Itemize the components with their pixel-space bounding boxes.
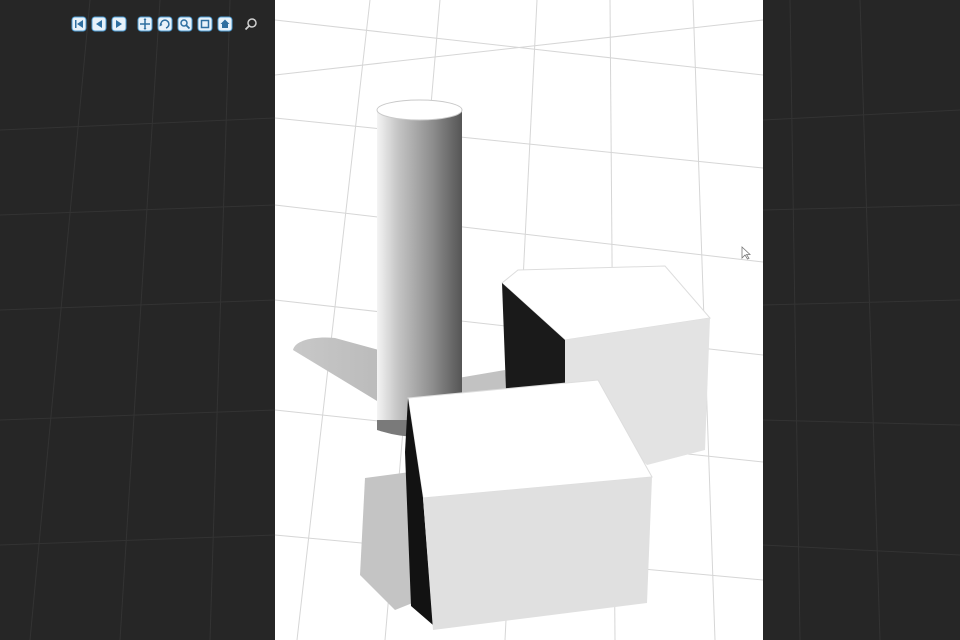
rotate-icon	[157, 16, 173, 32]
scene-canvas[interactable]	[275, 0, 763, 640]
cylinder[interactable]	[376, 99, 463, 437]
mouse-cursor-icon	[741, 246, 751, 260]
next-frame-tool[interactable]	[110, 15, 128, 33]
first-frame-tool[interactable]	[70, 15, 88, 33]
pan-icon	[137, 16, 153, 32]
right-panel	[763, 0, 960, 640]
app-window	[0, 0, 960, 640]
zoom-tool[interactable]	[176, 15, 194, 33]
view-toolbar	[70, 13, 260, 35]
inspect-tool[interactable]	[242, 15, 260, 33]
pan-tool[interactable]	[136, 15, 154, 33]
3d-viewport[interactable]	[275, 0, 763, 640]
left-panel	[0, 0, 275, 640]
home-view-tool[interactable]	[216, 15, 234, 33]
zoom-icon	[177, 16, 193, 32]
next-frame-icon	[111, 16, 127, 32]
fit-view-icon	[197, 16, 213, 32]
previous-frame-icon	[91, 16, 107, 32]
fit-view-tool[interactable]	[196, 15, 214, 33]
home-view-icon	[217, 16, 233, 32]
previous-frame-tool[interactable]	[90, 15, 108, 33]
inspect-icon	[244, 18, 257, 31]
rotate-tool[interactable]	[156, 15, 174, 33]
front-box[interactable]	[405, 379, 653, 630]
first-frame-icon	[71, 16, 87, 32]
